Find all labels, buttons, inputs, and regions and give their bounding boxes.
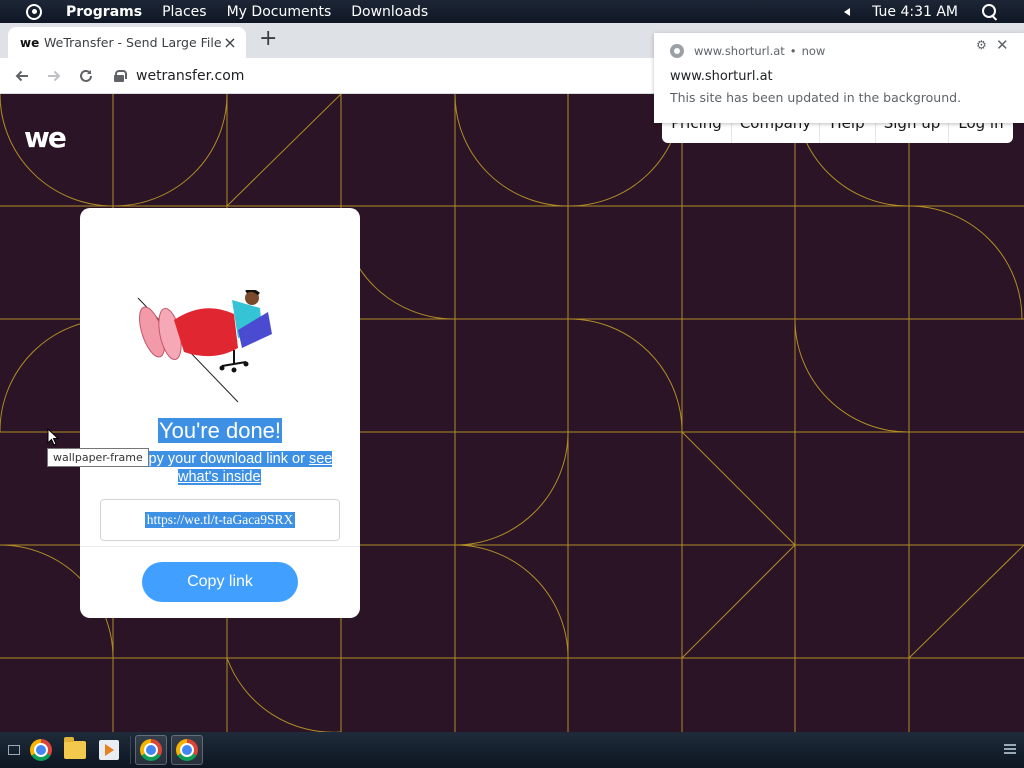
new-tab-button[interactable]: + — [259, 28, 277, 50]
lock-icon[interactable] — [114, 69, 127, 82]
close-icon[interactable]: ✕ — [996, 36, 1009, 54]
mouse-cursor-icon — [47, 428, 59, 446]
done-subtitle: Copy your download link or see what's in… — [130, 450, 360, 486]
notification-header: www.shorturl.at • now — [670, 44, 825, 58]
taskbar-menu-icon[interactable] — [1004, 744, 1016, 754]
url-text[interactable]: wetransfer.com — [136, 68, 244, 84]
menu-places[interactable]: Places — [162, 4, 207, 20]
menu-programs[interactable]: Programs — [66, 4, 142, 20]
taskbar — [0, 732, 1024, 768]
notification-title: www.shorturl.at — [670, 69, 773, 84]
wallpaper-tooltip: wallpaper-frame — [47, 448, 149, 467]
download-link-text[interactable]: https://we.tl/t-taGaca9SRX — [144, 512, 296, 528]
done-title: You're done! — [80, 418, 360, 444]
tab-title: WeTransfer - Send Large Files & Sha — [44, 35, 222, 50]
wetransfer-logo[interactable]: we — [24, 121, 67, 154]
wetransfer-favicon-icon: we — [20, 35, 40, 50]
chrome-icon[interactable] — [28, 737, 54, 763]
card-divider — [80, 546, 360, 547]
chrome-icon — [670, 44, 684, 58]
site-notification[interactable]: www.shorturl.at • now ⚙ ✕ www.shorturl.a… — [654, 33, 1024, 123]
relaxing-person-illustration — [137, 290, 272, 403]
see-link[interactable]: see — [308, 451, 333, 467]
gear-icon[interactable]: ⚙ — [976, 38, 987, 52]
chrome-window-2[interactable] — [171, 735, 203, 765]
reload-icon[interactable] — [72, 62, 100, 90]
volume-arrow-icon[interactable] — [844, 7, 851, 16]
back-icon[interactable] — [8, 62, 36, 90]
done-title-text: You're done! — [157, 418, 283, 443]
subtitle-text: Copy your download link or — [130, 451, 309, 467]
browser-tab[interactable]: we WeTransfer - Send Large Files & Sha × — [8, 27, 246, 58]
taskbar-separator — [130, 736, 131, 764]
address-bar[interactable]: wetransfer.com — [106, 62, 646, 90]
media-player-icon[interactable] — [96, 737, 122, 763]
download-link-field[interactable]: https://we.tl/t-taGaca9SRX — [100, 499, 340, 541]
activities-icon[interactable] — [22, 0, 46, 23]
show-desktop-icon[interactable] — [8, 745, 20, 755]
clock[interactable]: Tue 4:31 AM — [872, 4, 958, 20]
chrome-window-1[interactable] — [135, 735, 167, 765]
notification-dot: • — [789, 44, 797, 58]
whats-inside-link[interactable]: what's inside — [178, 469, 261, 485]
wetransfer-page: we Pricing Company Help Sign up Log in Y… — [0, 94, 1024, 732]
desktop-top-panel: Programs Places My Documents Downloads T… — [0, 0, 1024, 23]
notification-message: This site has been updated in the backgr… — [670, 90, 962, 105]
forward-icon[interactable] — [40, 62, 68, 90]
menu-downloads[interactable]: Downloads — [351, 4, 428, 20]
notification-source: www.shorturl.at — [694, 44, 785, 58]
menu-my-documents[interactable]: My Documents — [227, 4, 332, 20]
folder-icon[interactable] — [62, 737, 88, 763]
search-icon[interactable] — [982, 3, 998, 20]
copy-link-button[interactable]: Copy link — [142, 562, 298, 602]
notification-time: now — [801, 44, 826, 58]
transfer-complete-card: You're done! Copy your download link or … — [80, 208, 360, 618]
tab-close-icon[interactable]: × — [222, 33, 238, 52]
